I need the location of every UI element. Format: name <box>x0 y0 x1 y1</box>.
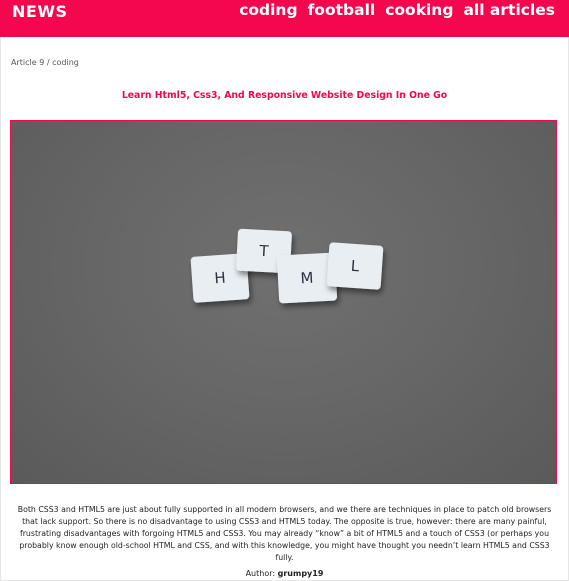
author-label: Author: <box>245 569 276 578</box>
article-author: Author: grumpy19 <box>0 569 569 578</box>
breadcrumb-article: Article 9 <box>11 58 45 67</box>
nav-item-cooking[interactable]: cooking <box>385 1 453 19</box>
breadcrumb: Article 9 / coding <box>11 58 79 67</box>
brand-logo[interactable]: NEWS <box>12 2 68 21</box>
article-image: H T M L <box>10 120 557 484</box>
article-title: Learn Html5, Css3, And Responsive Websit… <box>121 90 448 101</box>
svg-text:H: H <box>214 269 227 288</box>
article-body: Both CSS3 and HTML5 are just about fully… <box>17 505 552 562</box>
nav-item-all-articles[interactable]: all articles <box>463 1 555 19</box>
svg-text:T: T <box>258 242 270 261</box>
author-name[interactable]: grumpy19 <box>278 569 324 578</box>
site-header: NEWS coding football cooking all article… <box>0 0 569 37</box>
breadcrumb-category[interactable]: coding <box>52 58 79 67</box>
tile-l: L <box>326 242 384 290</box>
breadcrumb-separator: / <box>46 58 50 67</box>
main-nav: coding football cooking all articles <box>239 1 555 19</box>
nav-item-coding[interactable]: coding <box>239 1 297 19</box>
html-tiles-photo: H T M L <box>190 228 384 304</box>
svg-text:M: M <box>300 269 314 288</box>
nav-item-football[interactable]: football <box>308 1 376 19</box>
